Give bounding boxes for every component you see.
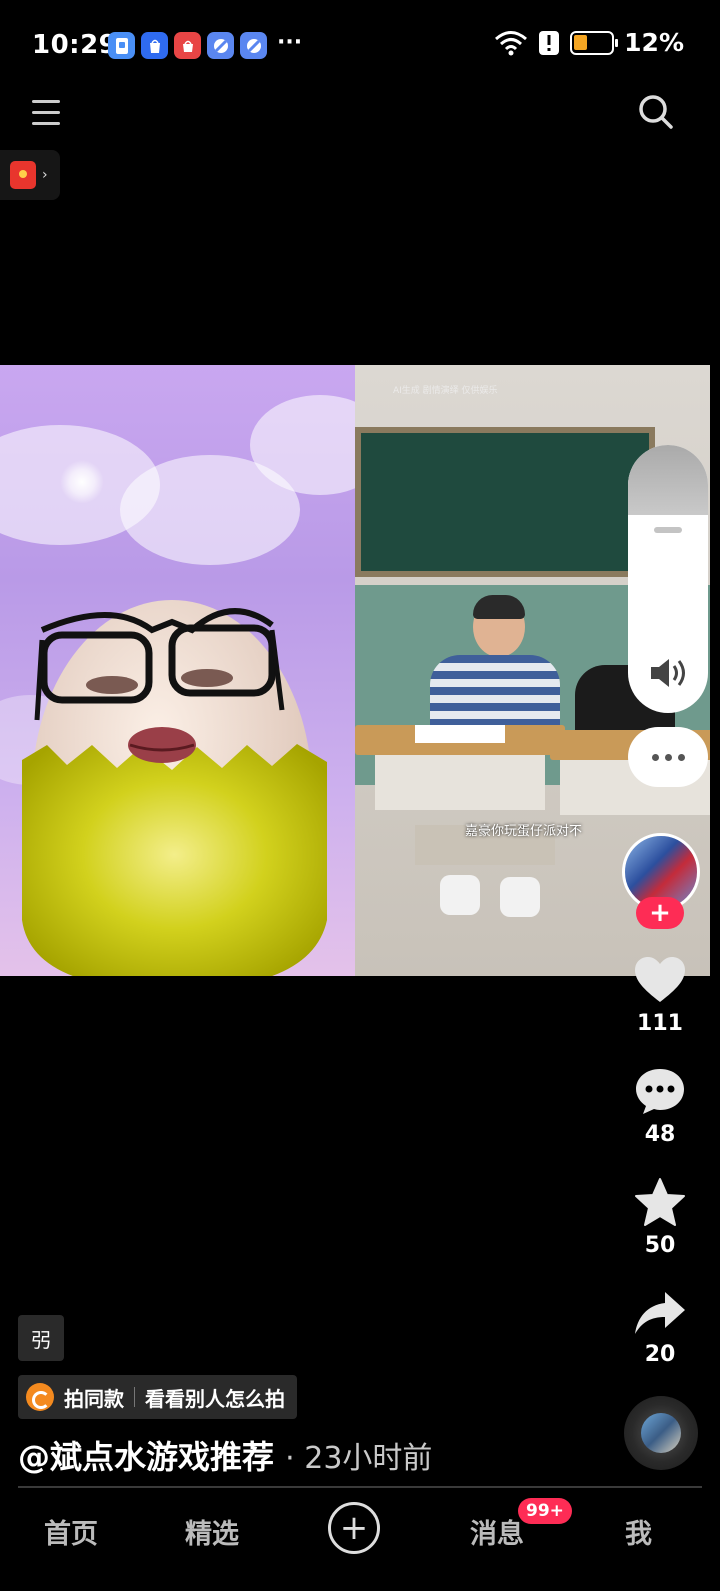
video-player[interactable]: AI生成 剧情演绎 仅供娱乐 嘉豪你玩蛋仔派对不: [0, 365, 710, 976]
like-count: 111: [637, 1011, 683, 1036]
battery-percent: 12%: [624, 28, 684, 57]
huawei-store-icon: [174, 32, 201, 59]
chevron-right-icon: ›: [42, 167, 48, 183]
music-cover: [641, 1413, 681, 1453]
tab-messages[interactable]: 消息: [470, 1512, 524, 1551]
sun-glow: [60, 460, 104, 504]
status-bar: 10:29 ··· 12%: [0, 0, 720, 92]
template-link[interactable]: 看看别人怎么拍: [145, 1383, 285, 1412]
alert-icon: [539, 30, 560, 55]
desk-front: [375, 755, 545, 810]
video-watermark: AI生成 剧情演绎 仅供娱乐: [393, 386, 498, 396]
volume-slider[interactable]: [628, 445, 708, 713]
battery-icon: [570, 30, 619, 55]
egg-character: [22, 600, 327, 976]
template-label[interactable]: 拍同款: [64, 1383, 124, 1412]
notebook: [415, 725, 505, 743]
status-time: 10:29: [32, 30, 118, 60]
tag-chip[interactable]: 弜: [18, 1315, 64, 1361]
notification-icons: ···: [108, 30, 303, 59]
tab-home[interactable]: 首页: [44, 1512, 98, 1551]
create-button[interactable]: +: [328, 1502, 380, 1554]
chalkboard: [355, 427, 655, 577]
follow-button[interactable]: +: [636, 897, 684, 929]
app-gallery-icon: [108, 32, 135, 59]
more-icon: [651, 753, 659, 761]
video-subtitle: 嘉豪你玩蛋仔派对不: [465, 824, 583, 839]
more-notifications-icon: ···: [277, 30, 303, 55]
post-time: · 23小时前: [285, 1441, 433, 1476]
star-icon: [635, 1178, 685, 1226]
search-icon[interactable]: [636, 92, 676, 132]
share-button[interactable]: 20: [620, 1290, 700, 1367]
shoe: [500, 877, 540, 917]
divider: [134, 1387, 135, 1407]
student-hair: [473, 595, 525, 619]
speaker-icon: [651, 659, 685, 687]
nav-divider: [18, 1486, 702, 1488]
volume-handle[interactable]: [654, 527, 682, 533]
author-line: @斌点水游戏推荐 · 23小时前: [18, 1432, 432, 1478]
comment-icon: [636, 1069, 684, 1114]
more-icon-dot: [677, 753, 685, 761]
tab-featured[interactable]: 精选: [185, 1512, 239, 1551]
comment-count: 48: [644, 1122, 676, 1147]
favorite-count: 50: [644, 1233, 676, 1258]
wifi-icon: [495, 30, 528, 55]
volume-track-top: [628, 445, 708, 515]
browser-icon: [207, 32, 234, 59]
heart-icon: [635, 957, 685, 1002]
favorite-button[interactable]: 50: [620, 1177, 700, 1258]
shoe: [440, 875, 480, 915]
battery-level: [574, 34, 588, 50]
system-icons: 12%: [494, 28, 684, 57]
appmarket-icon: [141, 32, 168, 59]
template-icon: [26, 1383, 54, 1411]
tab-me[interactable]: 我: [625, 1512, 652, 1551]
author-name[interactable]: @斌点水游戏推荐: [18, 1438, 274, 1476]
more-options-button[interactable]: [628, 727, 708, 787]
more-icon-dot: [664, 753, 672, 761]
browser-icon: [240, 32, 267, 59]
bottom-nav: 首页 精选 + 消息 99+ 我: [0, 1490, 720, 1591]
share-count: 20: [644, 1342, 676, 1367]
menu-icon[interactable]: [30, 96, 64, 130]
template-bar[interactable]: 拍同款 看看别人怎么拍: [18, 1375, 297, 1419]
share-icon: [635, 1292, 685, 1334]
red-packet-button[interactable]: ›: [0, 150, 60, 200]
like-button[interactable]: 111: [620, 955, 700, 1036]
video-left-panel: [0, 365, 355, 976]
music-disc[interactable]: [624, 1396, 698, 1470]
comment-button[interactable]: 48: [620, 1066, 700, 1147]
red-packet-icon: [10, 161, 36, 189]
messages-badge: 99+: [518, 1498, 572, 1524]
